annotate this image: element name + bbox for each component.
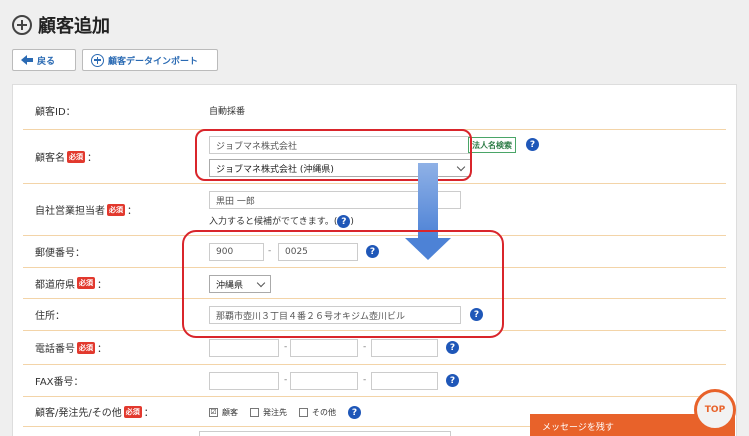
row-fax: FAX番号： - - ? (23, 365, 726, 397)
sales-rep-hint-text: 入力すると候補がでてきます。( (209, 217, 338, 227)
import-button-label: 顧客データインポート (108, 56, 199, 67)
help-icon[interactable]: ? (446, 374, 459, 387)
required-badge: 必須 (123, 405, 142, 418)
arrow-down-icon (418, 163, 438, 239)
colon: ： (97, 279, 107, 291)
address-label: 住所： (35, 311, 65, 322)
back-button[interactable]: 戻る (12, 49, 76, 71)
customer-name-label: 顧客名 必須 ： (35, 149, 97, 164)
scroll-top-button[interactable]: TOP (694, 389, 736, 431)
sales-rep-hint: 入力すると候補がでてきます。(?) (209, 214, 354, 228)
corp-name-search-button[interactable]: 法人名検索 (468, 137, 516, 153)
option-other[interactable]: その他 (299, 407, 336, 418)
fax-part3-input[interactable] (371, 372, 438, 390)
phone-part3-input[interactable] (371, 339, 438, 357)
option-supplier[interactable]: 発注先 (250, 407, 287, 418)
toolbar: 戻る 顧客データインポート (12, 49, 218, 71)
category-options: ☑ 顧客 発注先 その他 ? (209, 406, 361, 419)
page-title-text: 顧客追加 (38, 16, 110, 37)
colon: ： (97, 344, 107, 355)
highlight-address-block (182, 230, 504, 338)
fax-part1-input[interactable] (209, 372, 279, 390)
postal-label: 郵便番号： (35, 248, 85, 259)
import-button[interactable]: 顧客データインポート (82, 49, 218, 71)
plus-icon (91, 53, 104, 67)
option-other-label: その他 (312, 408, 336, 417)
customer-id-label: 顧客ID： (35, 107, 76, 118)
required-badge: 必須 (77, 277, 95, 289)
fax-label: FAX番号： (35, 377, 84, 388)
phone-part1-input[interactable] (209, 339, 279, 357)
checkbox-checked[interactable]: ☑ (209, 408, 218, 417)
customer-name-label-text: 顧客名 (35, 153, 65, 164)
row-customer-id: 顧客ID： 自動採番 (23, 92, 726, 130)
phone-label-text: 電話番号 (35, 344, 75, 355)
required-badge: 必須 (77, 341, 95, 354)
customer-id-value: 自動採番 (209, 107, 246, 117)
help-icon[interactable]: ? (348, 406, 361, 419)
phone-hyphen-1: - (284, 342, 288, 352)
fax-hyphen-1: - (284, 375, 288, 385)
checkbox[interactable] (250, 408, 259, 417)
row-sales-rep: 自社営業担当者 必須 ： 入力すると候補がでてきます。(?) (23, 184, 726, 236)
category-label-text: 顧客/発注先/その他 (35, 408, 122, 419)
prefecture-label: 都道府県 必須 ： (35, 276, 107, 291)
sales-rep-label-text: 自社営業担当者 (35, 206, 105, 217)
option-customer[interactable]: ☑ 顧客 (209, 407, 238, 418)
help-icon[interactable]: ? (526, 138, 539, 151)
add-circle-icon (12, 15, 32, 35)
page-title: 顧客追加 (12, 12, 110, 38)
next-row-input[interactable] (199, 431, 451, 436)
category-label: 顧客/発注先/その他 必須 ： (35, 404, 154, 419)
fax-hyphen-2: - (363, 375, 367, 385)
help-icon[interactable]: ? (337, 215, 351, 228)
fax-part2-input[interactable] (290, 372, 358, 390)
hint-close-paren: ) (350, 217, 354, 227)
option-supplier-label: 発注先 (263, 408, 287, 417)
required-badge: 必須 (67, 150, 85, 163)
checkbox[interactable] (299, 408, 308, 417)
colon: ： (143, 408, 154, 419)
back-button-label: 戻る (37, 56, 56, 67)
phone-part2-input[interactable] (290, 339, 358, 357)
colon: ： (87, 153, 97, 164)
back-arrow-icon (21, 55, 33, 65)
colon: ： (127, 206, 137, 217)
phone-label: 電話番号 必須 ： (35, 340, 107, 355)
phone-hyphen-2: - (363, 342, 367, 352)
required-badge: 必須 (107, 203, 125, 216)
prefecture-label-text: 都道府県 (35, 279, 75, 291)
help-icon[interactable]: ? (446, 341, 459, 354)
sales-rep-label: 自社営業担当者 必須 ： (35, 202, 137, 217)
option-customer-label: 顧客 (222, 408, 238, 417)
